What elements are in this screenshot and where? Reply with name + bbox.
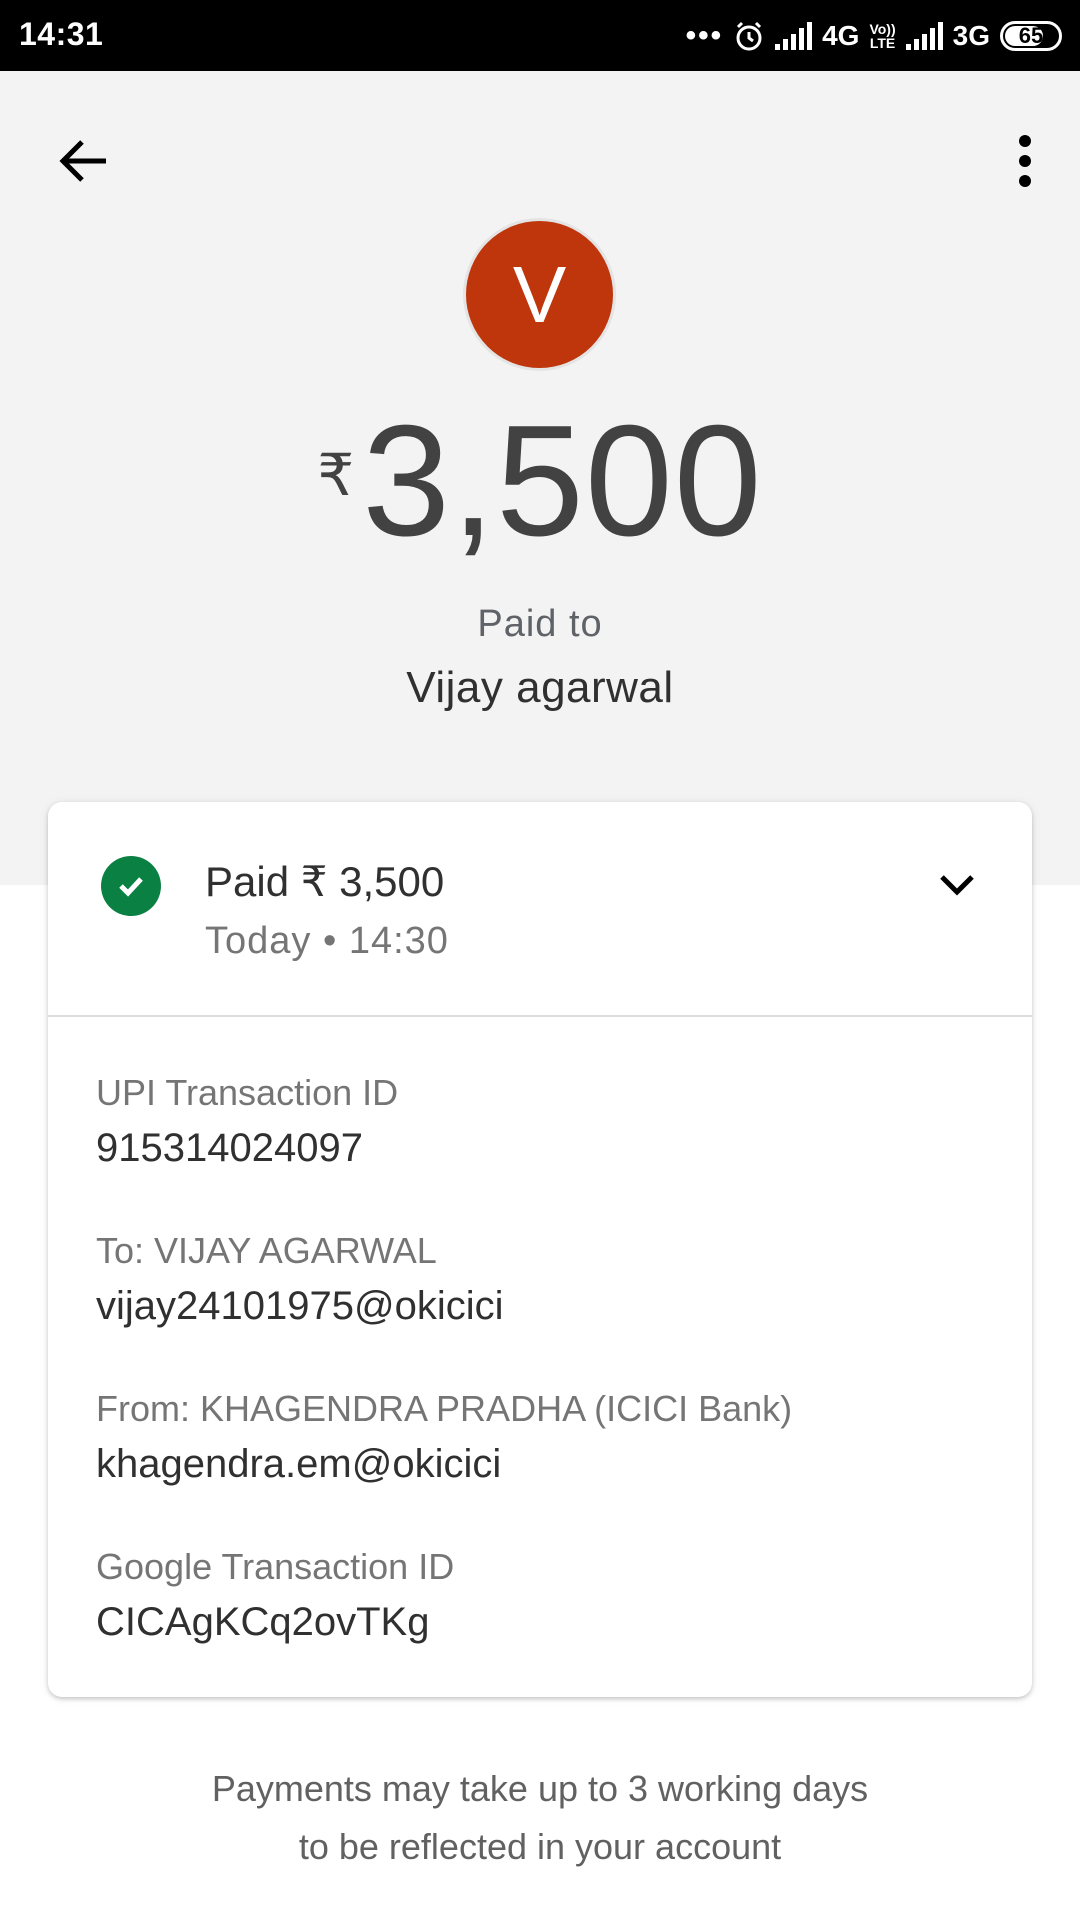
detail-value[interactable]: khagendra.em@okicici [96,1442,792,1487]
back-arrow-icon [59,140,106,182]
detail-upi-transaction-id: UPI Transaction ID 915314024097 [96,1072,398,1171]
detail-to: To: VIJAY AGARWAL vijay24101975@okicici [96,1230,504,1329]
status-icons: ••• 4G Vo)) LTE 3G 65 [686,14,1062,58]
detail-value[interactable]: CICAgKCq2ovTKg [96,1600,454,1645]
processing-note: Payments may take up to 3 working days t… [0,1760,1080,1876]
paid-to-label: Paid to [477,603,603,645]
battery-icon: 65 [1000,21,1062,51]
avatar: V [463,218,616,371]
detail-value[interactable]: 915314024097 [96,1126,398,1171]
detail-value[interactable]: vijay24101975@okicici [96,1284,504,1329]
status-time: 14:31 [19,16,104,52]
amount: ₹ 3,500 [0,401,1080,571]
status-bar: 14:31 ••• 4G Vo)) LTE 3G 65 [0,0,1080,71]
chevron-down-icon[interactable] [932,860,982,910]
transaction-card: Paid ₹ 3,500 Today • 14:30 UPI Transacti… [48,802,1032,1697]
detail-label: Google Transaction ID [96,1546,455,1587]
network-type-1: 4G [822,20,860,51]
alarm-icon [736,21,762,51]
more-vert-icon [1019,135,1031,187]
check-circle-icon [101,856,161,916]
detail-label: From: KHAGENDRA PRADHA (ICICI Bank) [96,1388,793,1429]
paid-summary: Paid ₹ 3,500 [205,858,445,905]
detail-label: To: VIJAY AGARWAL [96,1230,437,1271]
currency-symbol: ₹ [317,443,355,508]
transaction-date: Today • 14:30 [205,920,449,962]
more-notifications-icon: ••• [685,19,724,52]
payment-header: V ₹ 3,500 Paid to Vijay agarwal [0,71,1080,885]
network-type-2: 3G [952,20,990,51]
divider [48,1015,1032,1017]
signal-icon [775,22,813,50]
signal-icon-2 [905,22,943,50]
volte-icon: Vo)) LTE [869,21,896,51]
more-options-button[interactable] [980,126,1050,196]
back-button[interactable] [50,126,120,196]
processing-note-line-2: to be reflected in your account [298,1826,782,1867]
battery-level: 65 [1018,23,1044,48]
detail-label: UPI Transaction ID [96,1072,399,1113]
processing-note-line-1: Payments may take up to 3 working days [211,1768,869,1809]
detail-from: From: KHAGENDRA PRADHA (ICICI Bank) khag… [96,1388,792,1487]
amount-value: 3,500 [362,393,763,569]
payee-name: Vijay agarwal [406,663,674,712]
detail-google-transaction-id: Google Transaction ID CICAgKCq2ovTKg [96,1546,454,1645]
transaction-summary-toggle[interactable]: Paid ₹ 3,500 Today • 14:30 [48,802,1032,1015]
